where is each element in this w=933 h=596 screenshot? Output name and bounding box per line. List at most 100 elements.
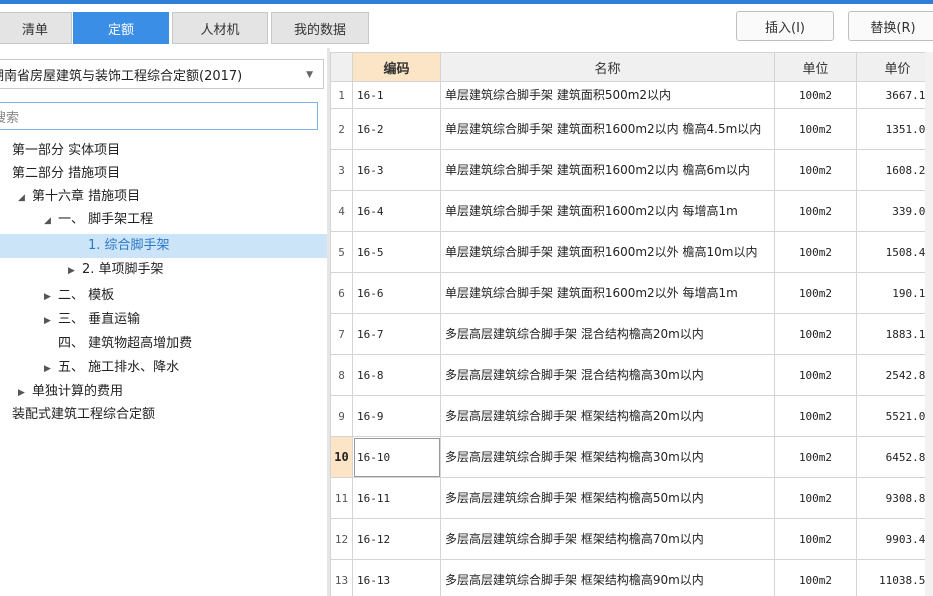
table-row[interactable]: 2 16-2 单层建筑综合脚手架 建筑面积1600m2以内 檐高4.5m以内 100m… [330,108,933,150]
replace-button[interactable]: 替换(R) [848,11,933,41]
unit-cell[interactable]: 100m2 [774,81,857,109]
table-row[interactable]: 13 16-13 多层高层建筑综合脚手架 框架结构檐高90m以内 100m2 11038… [330,559,933,596]
code-cell[interactable]: 16-4 [352,190,441,232]
name-cell[interactable]: 单层建筑综合脚手架 建筑面积1600m2以内 檐高4.5m以内 [440,108,775,150]
vertical-scrollbar[interactable] [925,52,933,596]
collapse-arrow-icon[interactable]: ▶ [44,310,58,332]
name-cell[interactable]: 单层建筑综合脚手架 建筑面积1600m2以外 檐高10m以内 [440,231,775,273]
code-cell[interactable]: 16-2 [352,108,441,150]
price-cell[interactable]: 1883.19 [856,313,933,355]
insert-button[interactable]: 插入(I) [736,11,834,41]
unit-cell[interactable]: 100m2 [774,272,857,314]
row-number[interactable]: 9 [330,395,353,437]
table-row[interactable]: 8 16-8 多层高层建筑综合脚手架 混合结构檐高30m以内 100m2 2542.88 [330,354,933,396]
tree-node[interactable]: 第一部分 实体项目 [12,140,120,162]
collapse-arrow-icon[interactable]: ▶ [68,260,82,282]
code-cell[interactable]: 16-5 [352,231,441,273]
row-number[interactable]: 12 [330,518,353,560]
price-cell[interactable]: 1608.25 [856,149,933,191]
price-cell[interactable]: 2542.88 [856,354,933,396]
name-cell[interactable]: 单层建筑综合脚手架 建筑面积1600m2以外 每增高1m [440,272,775,314]
tab-quota[interactable]: 定额 [73,12,169,44]
row-number[interactable]: 3 [330,149,353,191]
price-cell[interactable]: 9308.83 [856,477,933,519]
price-cell[interactable]: 11038.54 [856,559,933,596]
unit-cell[interactable]: 100m2 [774,477,857,519]
name-cell[interactable]: 多层高层建筑综合脚手架 框架结构檐高70m以内 [440,518,775,560]
row-number[interactable]: 6 [330,272,353,314]
price-cell[interactable]: 5521.04 [856,395,933,437]
price-cell[interactable]: 1351.01 [856,108,933,150]
tab-list[interactable]: 清单 [0,12,72,44]
table-row[interactable]: 7 16-7 多层高层建筑综合脚手架 混合结构檐高20m以内 100m2 1883.19 [330,313,933,355]
name-cell[interactable]: 多层高层建筑综合脚手架 混合结构檐高20m以内 [440,313,775,355]
unit-cell[interactable]: 100m2 [774,231,857,273]
name-cell[interactable]: 多层高层建筑综合脚手架 框架结构檐高50m以内 [440,477,775,519]
tree-node[interactable]: ◢ 一、 脚手架工程 [44,209,153,231]
unit-cell[interactable]: 100m2 [774,313,857,355]
row-number[interactable]: 13 [330,559,353,596]
tree-node[interactable]: 四、 建筑物超高增加费 [58,333,192,355]
unit-cell[interactable]: 100m2 [774,518,857,560]
price-cell[interactable]: 6452.83 [856,436,933,478]
tree-node-selected[interactable]: 1. 综合脚手架 [88,235,170,257]
table-row[interactable]: 4 16-4 单层建筑综合脚手架 建筑面积1600m2以内 每增高1m 100m2 33… [330,190,933,232]
code-cell[interactable]: 16-9 [352,395,441,437]
tree-node[interactable]: ▶ 三、 垂直运输 [44,309,140,331]
code-cell[interactable]: 16-8 [352,354,441,396]
tree-node[interactable]: ▶ 单独计算的费用 [18,381,123,403]
price-cell[interactable]: 339.01 [856,190,933,232]
collapse-arrow-icon[interactable]: ▶ [44,286,58,308]
table-row[interactable]: 5 16-5 单层建筑综合脚手架 建筑面积1600m2以外 檐高10m以内 100m2… [330,231,933,273]
row-number[interactable]: 2 [330,108,353,150]
row-number[interactable]: 11 [330,477,353,519]
price-cell[interactable]: 9903.44 [856,518,933,560]
row-number[interactable]: 1 [330,81,353,109]
header-unit[interactable]: 单位 [774,52,857,82]
collapse-arrow-icon[interactable]: ▶ [44,358,58,380]
name-cell[interactable]: 单层建筑综合脚手架 建筑面积1600m2以内 每增高1m [440,190,775,232]
name-cell[interactable]: 多层高层建筑综合脚手架 框架结构檐高30m以内 [440,436,775,478]
search-input[interactable]: 搜索 [0,102,318,130]
table-row[interactable]: 6 16-6 单层建筑综合脚手架 建筑面积1600m2以外 每增高1m 100m2 19… [330,272,933,314]
expand-arrow-icon[interactable]: ◢ [44,210,58,232]
unit-cell[interactable]: 100m2 [774,559,857,596]
code-cell[interactable]: 16-6 [352,272,441,314]
chevron-down-icon[interactable]: ▼ [306,70,313,80]
tree-node[interactable]: 第二部分 措施项目 [12,163,120,185]
price-cell[interactable]: 190.16 [856,272,933,314]
name-cell[interactable]: 单层建筑综合脚手架 建筑面积1600m2以内 檐高6m以内 [440,149,775,191]
collapse-arrow-icon[interactable]: ▶ [18,382,32,404]
code-cell[interactable]: 16-13 [352,559,441,596]
code-cell[interactable]: 16-11 [352,477,441,519]
tree-node[interactable]: 装配式建筑工程综合定额 [12,404,155,426]
price-cell[interactable]: 3667.12 [856,81,933,109]
row-number[interactable]: 5 [330,231,353,273]
code-cell[interactable]: 16-10 [352,436,441,478]
expand-arrow-icon[interactable]: ◢ [18,187,32,209]
tree-node[interactable]: ▶ 五、 施工排水、降水 [44,357,179,379]
name-cell[interactable]: 多层高层建筑综合脚手架 混合结构檐高30m以内 [440,354,775,396]
table-row[interactable]: 9 16-9 多层高层建筑综合脚手架 框架结构檐高20m以内 100m2 5521.04 [330,395,933,437]
header-price[interactable]: 单价 [856,52,933,82]
tab-labor-material[interactable]: 人材机 [172,12,268,44]
table-row[interactable]: 11 16-11 多层高层建筑综合脚手架 框架结构檐高50m以内 100m2 9308.… [330,477,933,519]
unit-cell[interactable]: 100m2 [774,395,857,437]
unit-cell[interactable]: 100m2 [774,190,857,232]
code-cell[interactable]: 16-7 [352,313,441,355]
row-number[interactable]: 4 [330,190,353,232]
code-cell[interactable]: 16-1 [352,81,441,109]
table-row[interactable]: 10 16-10 多层高层建筑综合脚手架 框架结构檐高30m以内 100m2 6452.… [330,436,933,478]
unit-cell[interactable]: 100m2 [774,436,857,478]
header-name[interactable]: 名称 [440,52,775,82]
quota-book-select[interactable]: 湖南省房屋建筑与装饰工程综合定额(2017) ▼ [0,59,324,89]
header-code[interactable]: 编码 [352,52,441,82]
tree-node[interactable]: ▶ 2. 单项脚手架 [68,259,164,281]
tab-my-data[interactable]: 我的数据 [271,12,369,44]
row-number[interactable]: 7 [330,313,353,355]
table-row[interactable]: 1 16-1 单层建筑综合脚手架 建筑面积500m2以内 100m2 3667.12 [330,81,933,109]
price-cell[interactable]: 1508.41 [856,231,933,273]
tree-node[interactable]: ◢ 第十六章 措施项目 [18,186,140,208]
unit-cell[interactable]: 100m2 [774,108,857,150]
row-number[interactable]: 8 [330,354,353,396]
